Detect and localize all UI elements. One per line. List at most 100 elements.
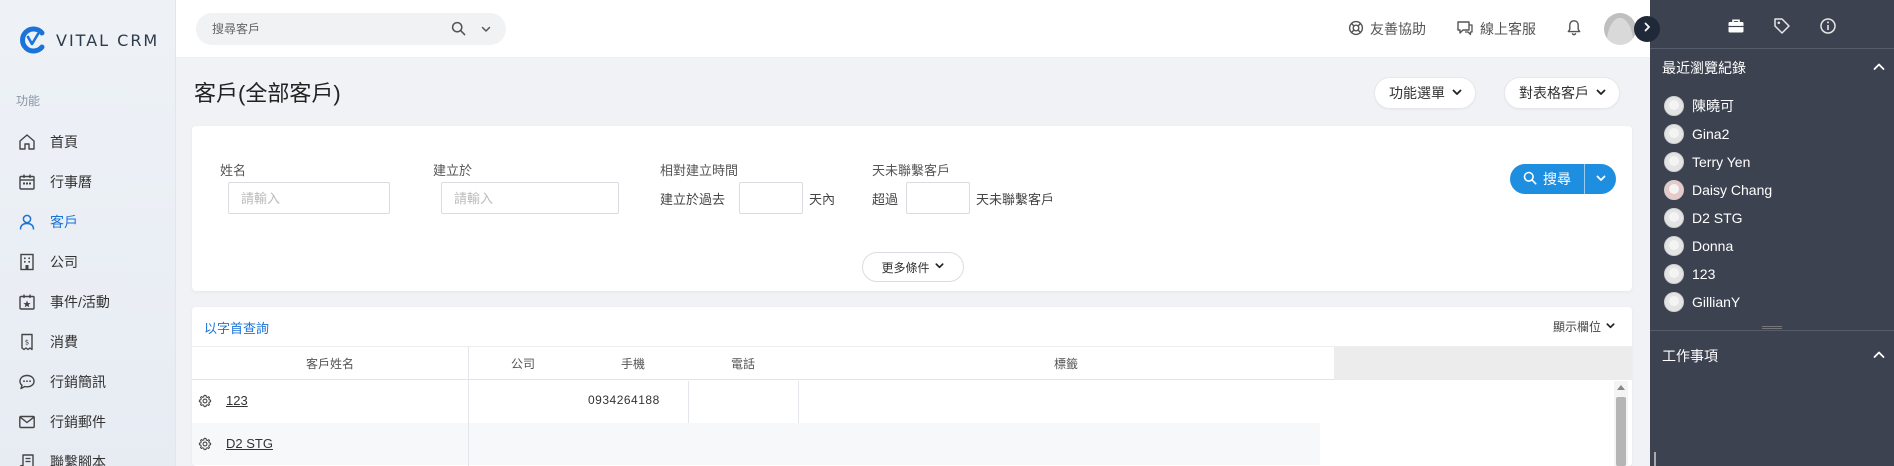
sidebar-item-label: 客戶 bbox=[50, 214, 78, 230]
building-icon bbox=[18, 253, 36, 271]
scroll-indicator bbox=[1654, 452, 1656, 466]
user-avatar[interactable] bbox=[1604, 13, 1636, 45]
recent-name: Donna bbox=[1692, 238, 1734, 254]
scroll-up-arrow[interactable] bbox=[1617, 385, 1625, 390]
tasks-section-title: 工作事項 bbox=[1662, 348, 1718, 364]
brand-logo[interactable]: VITAL CRM bbox=[18, 26, 159, 54]
search-options-toggle[interactable] bbox=[1584, 164, 1616, 194]
script-icon bbox=[18, 453, 36, 466]
tasks-section-header[interactable]: 工作事項 bbox=[1662, 346, 1886, 366]
more-conditions-button[interactable]: 更多條件 bbox=[862, 252, 964, 282]
avatar bbox=[1664, 236, 1684, 256]
chevron-up-icon bbox=[1872, 60, 1886, 77]
alpha-query-link[interactable]: 以字首查詢 bbox=[204, 318, 269, 337]
created-at-input[interactable] bbox=[441, 182, 619, 214]
list-item[interactable]: D2 STG bbox=[1664, 204, 1772, 232]
relative-time-label: 相對建立時間 bbox=[660, 163, 739, 178]
sidebar-item-script[interactable]: 聯繫腳本 bbox=[0, 442, 176, 466]
customer-name-link[interactable]: D2 STG bbox=[226, 436, 273, 451]
user-icon bbox=[18, 213, 36, 231]
sidebar-item-email[interactable]: 行銷郵件 bbox=[0, 402, 176, 442]
sidebar-item-customers[interactable]: 客戶 bbox=[0, 202, 176, 242]
show-columns-label: 顯示欄位 bbox=[1552, 320, 1601, 334]
avatar bbox=[1664, 264, 1684, 284]
sidebar-item-company[interactable]: 公司 bbox=[0, 242, 176, 282]
sidebar-nav: 首頁 行事曆 客戶 公司 事件/活動 $ 消費 行銷簡訊 行銷郵件 聯繫腳本 bbox=[0, 122, 176, 466]
recent-section-title: 最近瀏覽紀錄 bbox=[1662, 60, 1746, 76]
column-header-tags[interactable]: 標籤 bbox=[798, 347, 1334, 380]
calendar-icon bbox=[18, 173, 36, 191]
list-item[interactable]: Daisy Chang bbox=[1664, 176, 1772, 204]
customer-name-link[interactable]: 123 bbox=[226, 393, 248, 408]
brand-name: VITAL CRM bbox=[56, 30, 160, 50]
list-item[interactable]: Gina2 bbox=[1664, 120, 1772, 148]
top-actions: 友善協助 線上客服 bbox=[1348, 0, 1650, 58]
sidebar-item-events[interactable]: 事件/活動 bbox=[0, 282, 176, 322]
no-contact-days-input[interactable] bbox=[906, 182, 970, 214]
customer-mobile: 0934264188 bbox=[588, 393, 660, 407]
briefcase-icon[interactable] bbox=[1726, 16, 1746, 36]
chevron-down-icon[interactable] bbox=[480, 22, 492, 40]
tag-icon[interactable] bbox=[1772, 16, 1792, 36]
sidebar-item-calendar[interactable]: 行事曆 bbox=[0, 162, 176, 202]
avatar bbox=[1664, 208, 1684, 228]
list-item[interactable]: Terry Yen bbox=[1664, 148, 1772, 176]
list-item[interactable]: 123 bbox=[1664, 260, 1772, 288]
column-header-mobile[interactable]: 手機 bbox=[578, 347, 688, 380]
avatar bbox=[1664, 152, 1684, 172]
table-row[interactable]: D2 STG bbox=[192, 423, 1320, 465]
event-calendar-icon bbox=[18, 293, 36, 311]
gear-icon[interactable] bbox=[198, 394, 212, 413]
recent-section-header[interactable]: 最近瀏覽紀錄 bbox=[1662, 58, 1886, 78]
customer-search-input[interactable] bbox=[212, 22, 442, 36]
sidebar-item-sms[interactable]: 行銷簡訊 bbox=[0, 362, 176, 402]
recent-name: 陳曉可 bbox=[1692, 98, 1734, 114]
search-button[interactable]: 搜尋 bbox=[1510, 164, 1584, 194]
list-item[interactable]: 陳曉可 bbox=[1664, 92, 1772, 120]
mail-icon bbox=[18, 413, 36, 431]
right-panel: 最近瀏覽紀錄 陳曉可 Gina2 Terry Yen Daisy Chang D… bbox=[1650, 0, 1894, 466]
avatar bbox=[1664, 180, 1684, 200]
sidebar-item-consumption[interactable]: $ 消費 bbox=[0, 322, 176, 362]
column-header-name[interactable]: 客戶姓名 bbox=[192, 347, 468, 380]
lifebuoy-icon bbox=[1348, 20, 1364, 39]
customer-table: 以字首查詢 顯示欄位 客戶姓名 公司 手機 電話 標籤 123 09342641… bbox=[192, 307, 1632, 466]
search-icon[interactable] bbox=[451, 21, 466, 41]
notifications-button[interactable] bbox=[1566, 19, 1582, 39]
sidebar-item-label: 消費 bbox=[50, 334, 78, 350]
relative-prefix: 建立於過去 bbox=[660, 192, 726, 207]
resize-handle[interactable] bbox=[1762, 326, 1782, 329]
function-menu-label: 功能選單 bbox=[1389, 85, 1445, 101]
sidebar-item-label: 聯繫腳本 bbox=[50, 454, 106, 466]
sidebar-item-home[interactable]: 首頁 bbox=[0, 122, 176, 162]
header-filler bbox=[1334, 347, 1632, 380]
gear-icon[interactable] bbox=[198, 437, 212, 456]
search-button-label: 搜尋 bbox=[1543, 171, 1571, 187]
chevron-up-icon bbox=[1872, 348, 1886, 365]
name-filter-input[interactable] bbox=[228, 182, 390, 214]
list-item[interactable]: Donna bbox=[1664, 232, 1772, 260]
divider bbox=[1650, 330, 1894, 331]
sms-icon bbox=[18, 373, 36, 391]
panel-toggle-button[interactable] bbox=[1634, 16, 1660, 42]
info-icon[interactable] bbox=[1818, 16, 1838, 36]
show-columns-button[interactable]: 顯示欄位 bbox=[1553, 318, 1616, 335]
chat-support-icon bbox=[1456, 20, 1474, 39]
support-link[interactable]: 線上客服 bbox=[1456, 19, 1536, 39]
column-header-phone[interactable]: 電話 bbox=[688, 347, 798, 380]
table-row[interactable]: 123 0934264188 bbox=[192, 381, 1320, 423]
table-scrollbar-thumb[interactable] bbox=[1616, 397, 1626, 466]
recent-name: GillianY bbox=[1692, 294, 1741, 310]
table-customers-button[interactable]: 對表格客戶 bbox=[1504, 77, 1620, 109]
right-panel-tabs bbox=[1726, 16, 1838, 36]
avatar bbox=[1664, 96, 1684, 116]
list-item[interactable]: GillianY bbox=[1664, 288, 1772, 316]
sidebar-item-label: 公司 bbox=[50, 254, 78, 270]
function-menu-button[interactable]: 功能選單 bbox=[1374, 77, 1476, 109]
help-link[interactable]: 友善協助 bbox=[1348, 19, 1426, 39]
column-header-company[interactable]: 公司 bbox=[468, 347, 578, 380]
relative-days-input[interactable] bbox=[739, 182, 803, 214]
chevron-down-icon bbox=[1605, 320, 1616, 334]
more-conditions-label: 更多條件 bbox=[881, 260, 930, 275]
column-divider bbox=[688, 381, 689, 423]
